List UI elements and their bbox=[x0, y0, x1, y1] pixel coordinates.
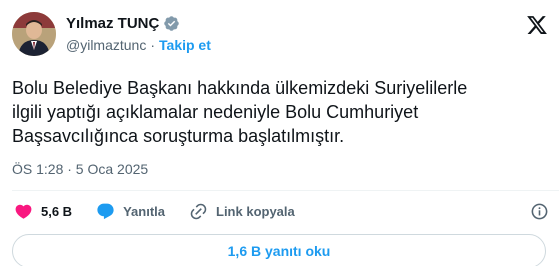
author-display-name[interactable]: Yılmaz TUNÇ bbox=[66, 15, 159, 32]
like-button[interactable]: 5,6 B bbox=[14, 202, 72, 221]
handle-row: @yilmaztunc · Takip et bbox=[66, 34, 499, 55]
tweet-timestamp[interactable]: ÖS 1:28 · 5 Oca 2025 bbox=[12, 161, 148, 177]
avatar[interactable] bbox=[12, 12, 56, 56]
copy-link-button[interactable]: Link kopyala bbox=[189, 202, 295, 221]
action-bar: 5,6 B Yanıtla Link kopyala bbox=[14, 202, 319, 221]
like-count: 5,6 B bbox=[41, 204, 73, 219]
reply-label: Yanıtla bbox=[123, 204, 165, 219]
follow-button[interactable]: Takip et bbox=[159, 37, 211, 53]
tweet-embed: Yılmaz TUNÇ @yilmaztunc · Takip et Bolu … bbox=[0, 0, 559, 266]
tweet-text-line: Başsavcılığınca soruşturma başlatılmıştı… bbox=[12, 126, 345, 146]
verified-badge-icon bbox=[163, 15, 180, 32]
link-icon bbox=[190, 203, 207, 220]
author-handle[interactable]: @yilmaztunc bbox=[66, 37, 146, 53]
tweet-text-line: ilgili yaptığı açıklamalar nedeniyle Bol… bbox=[12, 102, 419, 122]
reply-button[interactable]: Yanıtla bbox=[96, 202, 165, 221]
divider bbox=[12, 190, 559, 191]
tweet-text: Bolu Belediye Başkanı hakkında ülkemizde… bbox=[12, 76, 542, 148]
author-header: Yılmaz TUNÇ @yilmaztunc · Takip et bbox=[66, 12, 499, 55]
name-row: Yılmaz TUNÇ bbox=[66, 12, 499, 34]
tweet-text-line: Bolu Belediye Başkanı hakkında ülkemizde… bbox=[12, 78, 468, 98]
read-replies-button[interactable]: 1,6 B yanıtı oku bbox=[12, 234, 546, 266]
heart-icon bbox=[15, 204, 32, 219]
x-logo-icon[interactable] bbox=[526, 14, 548, 36]
separator-dot: · bbox=[150, 36, 156, 53]
reply-bubble-icon bbox=[97, 203, 114, 220]
copy-link-label: Link kopyala bbox=[216, 204, 295, 219]
info-icon[interactable] bbox=[530, 202, 549, 221]
